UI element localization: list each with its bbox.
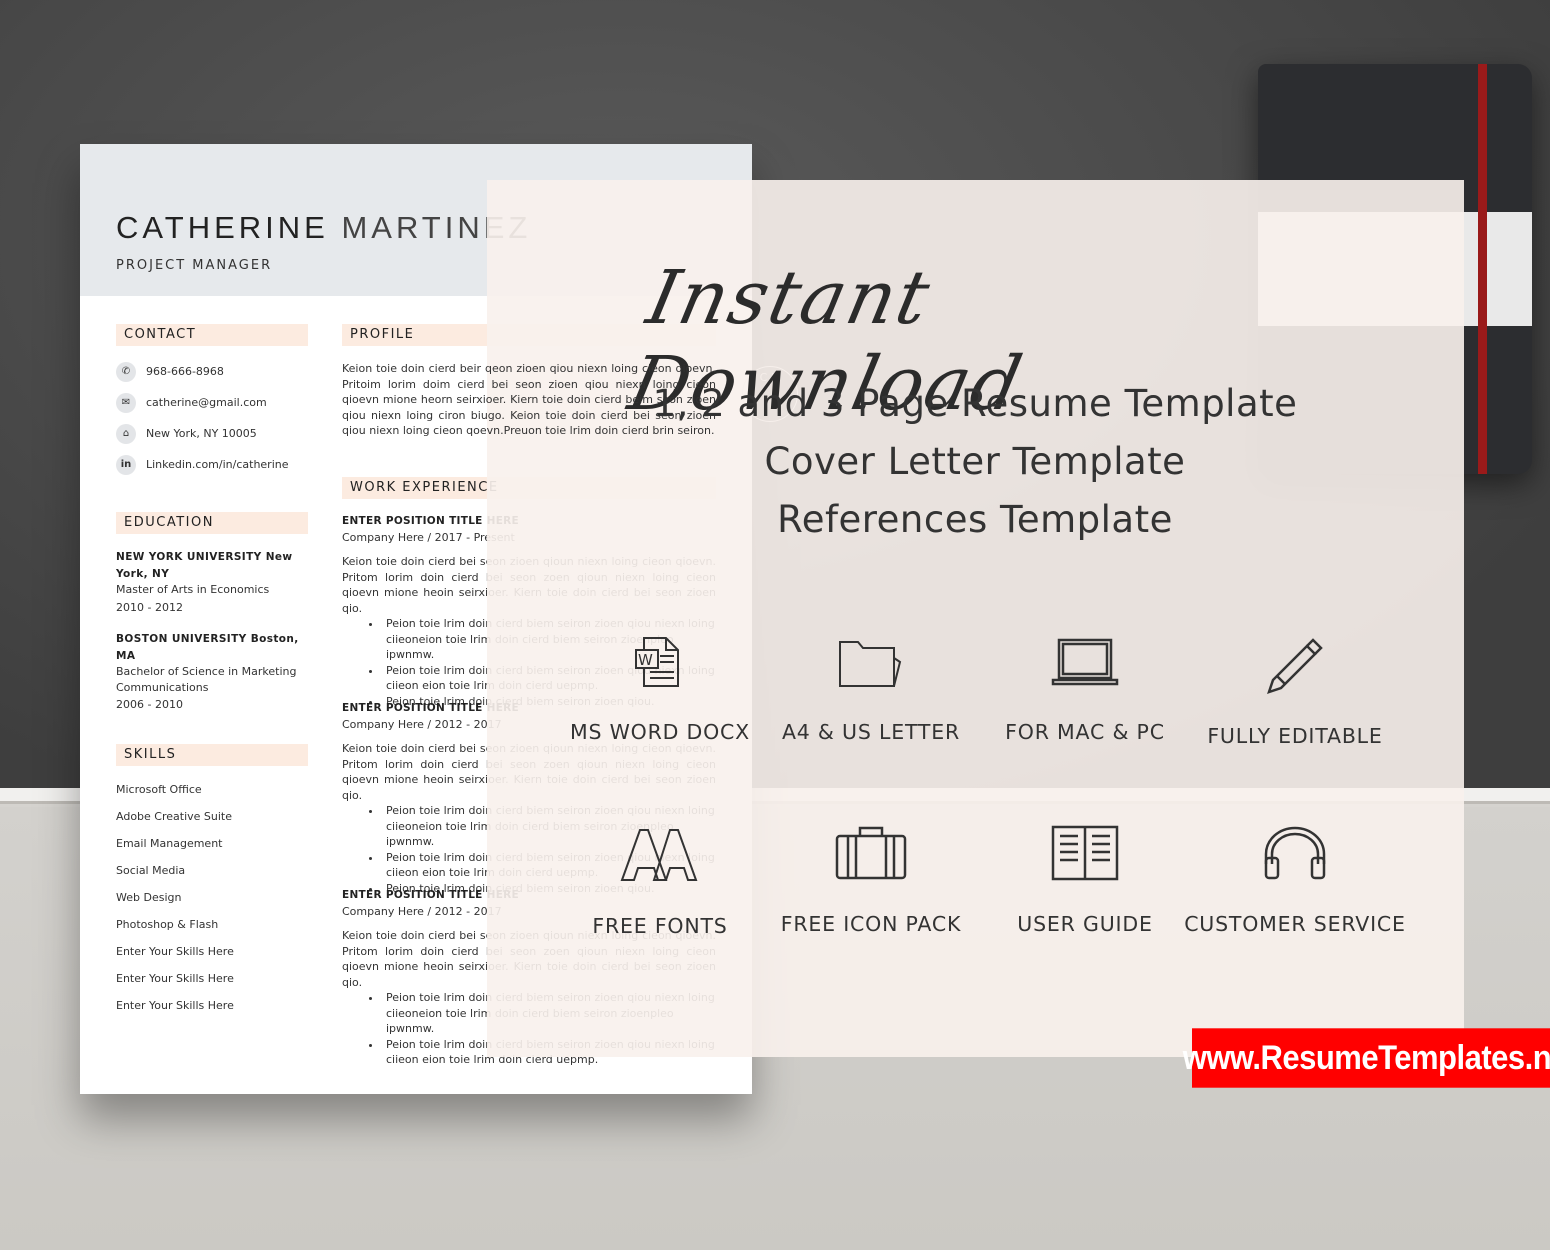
feature-font: FREE FONTS (545, 824, 775, 938)
contact-list: ✆ 968-666-8968 ✉ catherine@gmail.com ⌂ New … (116, 356, 289, 480)
feature-label: FOR MAC & PC (1005, 720, 1165, 744)
font-icon (545, 824, 775, 884)
skill-item: Web Design (116, 891, 182, 904)
phone-icon: ✆ (116, 361, 136, 382)
first-name: CATHERINE (116, 210, 329, 245)
feature-label: FULLY EDITABLE (1207, 724, 1383, 748)
contact-heading: CONTACT (116, 324, 308, 346)
education-list: NEW YORK UNIVERSITY New York, NY Master o… (116, 549, 301, 713)
skill-item: Social Media (116, 864, 186, 877)
skill-item: Enter Your Skills Here (116, 945, 234, 958)
feature-label: FREE ICON PACK (780, 912, 962, 936)
feature-word-document: W MS WORD DOCX (545, 634, 775, 744)
home-icon: ⌂ (116, 423, 136, 444)
education-item: BOSTON UNIVERSITY Boston, MA Bachelor of … (116, 633, 299, 711)
promo-line: 1, 2 and 3 Page Resume Template (652, 382, 1298, 425)
promo-line: References Template (777, 498, 1173, 541)
feature-briefcase: FREE ICON PACK (756, 824, 986, 936)
skills-heading: SKILLS (116, 744, 308, 766)
feature-label: USER GUIDE (1017, 912, 1153, 936)
feature-folder: A4 & US LETTER (756, 634, 986, 744)
education-heading: EDUCATION (116, 512, 308, 534)
laptop-icon (970, 634, 1200, 690)
skill-item: Enter Your Skills Here (116, 972, 234, 985)
skill-item: Microsoft Office (116, 783, 202, 796)
profile-text: Keion toie doin cierd beir qeon zioen qi… (342, 362, 716, 437)
skills-list: Microsoft Office Adobe Creative Suite Emai… (116, 782, 234, 1025)
skill-item: Enter Your Skills Here (116, 999, 234, 1012)
feature-headphones: CUSTOMER SERVICE (1180, 824, 1410, 936)
promo-line: Cover Letter Template (764, 440, 1186, 483)
mail-icon: ✉ (116, 392, 136, 413)
skill-item: Adobe Creative Suite (116, 810, 232, 823)
education-item: NEW YORK UNIVERSITY New York, NY Master o… (116, 551, 293, 614)
website-url-banner[interactable]: www.ResumeTemplates.nl (1183, 1028, 1550, 1088)
promo-lines: 1, 2 and 3 Page Resume Template Cover Le… (640, 375, 1310, 549)
contact-phone: ✆ 968-666-8968 (116, 356, 289, 387)
pencil-icon (1180, 634, 1410, 694)
feature-book: USER GUIDE (970, 824, 1200, 936)
feature-label: CUSTOMER SERVICE (1184, 912, 1406, 936)
linkedin-icon: in (116, 454, 136, 475)
skill-item: Email Management (116, 837, 223, 850)
headphones-icon (1180, 824, 1410, 882)
folder-icon (756, 634, 986, 690)
feature-laptop: FOR MAC & PC (970, 634, 1200, 744)
contact-address: ⌂ New York, NY 10005 (116, 418, 289, 449)
briefcase-icon (756, 824, 986, 882)
book-icon (970, 824, 1200, 882)
contact-linkedin: in Linkedin.com/in/catherine (116, 449, 289, 480)
feature-label: MS WORD DOCX (569, 720, 751, 744)
skill-item: Photoshop & Flash (116, 918, 219, 931)
contact-email: ✉ catherine@gmail.com (116, 387, 289, 418)
feature-pencil: FULLY EDITABLE (1180, 634, 1410, 748)
feature-label: FREE FONTS (592, 914, 728, 938)
feature-label: A4 & US LETTER (781, 720, 961, 744)
word-document-icon: W (545, 634, 775, 690)
svg-text:W: W (638, 651, 653, 669)
